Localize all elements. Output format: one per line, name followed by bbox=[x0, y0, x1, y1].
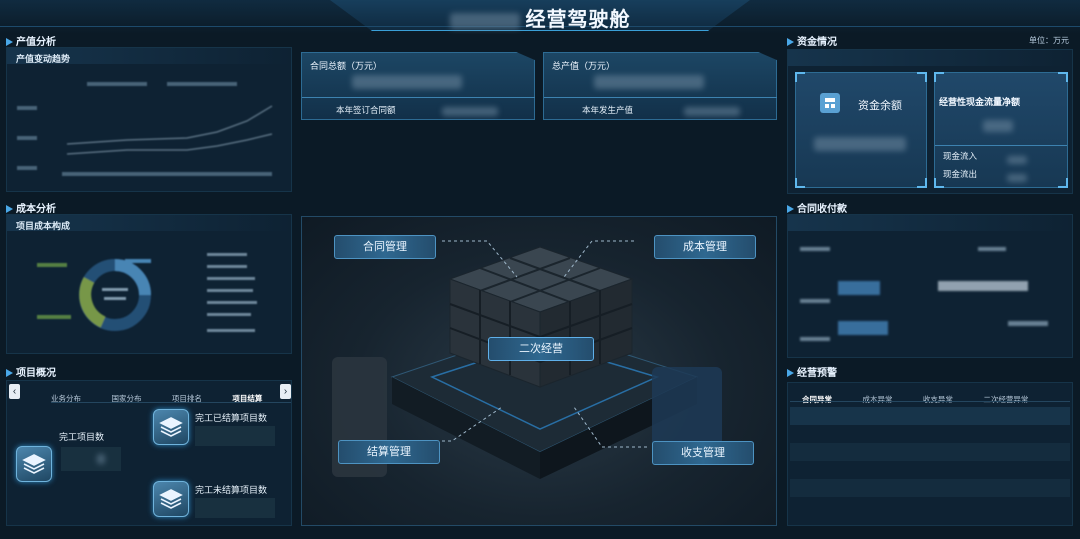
warning-tabs: 合同异常 成本异常 收支异常 二次经营异常 bbox=[802, 389, 1028, 407]
blurred-line-series bbox=[66, 133, 273, 155]
layers-icon bbox=[153, 409, 189, 445]
unsettled-count-redacted bbox=[195, 498, 275, 518]
secondary-operations-button[interactable]: 二次经营 bbox=[488, 337, 594, 361]
settled-label: 完工已结算项目数 bbox=[195, 413, 268, 423]
page-title-text: 经营驾驶舱 bbox=[525, 9, 631, 31]
tab-contract-anomaly[interactable]: 合同异常 bbox=[802, 395, 832, 404]
total-output-value-redacted bbox=[594, 73, 704, 91]
completed-label: 完工项目数 bbox=[59, 432, 105, 442]
output-trend-chart bbox=[17, 82, 273, 176]
tab-underline bbox=[51, 402, 291, 403]
triangle-icon bbox=[6, 205, 13, 214]
card-divider bbox=[302, 97, 535, 98]
contract-year-label: 本年签订合同额 bbox=[336, 105, 396, 115]
triangle-icon bbox=[6, 369, 13, 378]
total-output-card: 总产值（万元） 本年发生产值 bbox=[543, 52, 777, 120]
settled-count-redacted bbox=[195, 426, 275, 446]
section-title-warning: 经营预警 bbox=[787, 364, 837, 379]
funds-header bbox=[788, 50, 1072, 66]
card-divider bbox=[544, 97, 777, 98]
revenue-expense-mgmt-button[interactable]: 收支管理 bbox=[652, 441, 754, 465]
cash-inflow-label: 现金流入 bbox=[943, 151, 978, 161]
blurred-legend bbox=[87, 82, 147, 86]
cost-structure-panel: 项目成本构成 bbox=[6, 214, 292, 354]
unit-label: 单位：万元 bbox=[1029, 36, 1069, 45]
section-title-output: 产值分析 bbox=[6, 33, 56, 48]
operations-center-visual: 合同管理 成本管理 二次经营 结算管理 收支管理 bbox=[301, 216, 777, 526]
project-tabs: 业务分布 国家分布 项目排名 项目结算 bbox=[51, 388, 262, 406]
contract-total-label: 合同总额（万元） bbox=[310, 61, 383, 71]
tab-secondary-anomaly[interactable]: 二次经营异常 bbox=[983, 395, 1028, 404]
contract-total-value-redacted bbox=[352, 73, 462, 91]
net-cashflow-label: 经营性现金流量净额 bbox=[939, 97, 1021, 107]
cost-donut-chart bbox=[37, 253, 257, 332]
warning-table-redacted bbox=[790, 407, 1070, 525]
wallet-icon bbox=[820, 93, 840, 113]
contract-mgmt-button[interactable]: 合同管理 bbox=[334, 235, 436, 259]
cube-illustration bbox=[332, 240, 722, 479]
blurred-axis-labels bbox=[62, 172, 272, 176]
payment-bars-redacted bbox=[800, 247, 1048, 341]
output-year-label: 本年发生产值 bbox=[582, 105, 634, 115]
fund-balance-card: 资金余额 bbox=[795, 72, 927, 188]
contract-total-card: 合同总额（万元） 本年签订合同额 bbox=[301, 52, 535, 120]
cash-outflow-label: 现金流出 bbox=[943, 169, 978, 179]
tab-cost-anomaly[interactable]: 成本异常 bbox=[862, 395, 892, 404]
page-title: 经营驾驶舱 bbox=[0, 3, 1080, 32]
unsettled-label: 完工未结算项目数 bbox=[195, 485, 268, 495]
layers-icon bbox=[153, 481, 189, 517]
redacted-company-name bbox=[449, 12, 520, 29]
section-title-projects: 项目概况 bbox=[6, 364, 56, 379]
funds-panel: 资金余额 经营性现金流量净额 现金流入 现金流出 bbox=[787, 49, 1073, 194]
blurred-line-series bbox=[66, 105, 273, 145]
project-overview-panel: ‹ › 业务分布 国家分布 项目排名 项目结算 完工项目数 完工已结算项目数 完… bbox=[6, 380, 292, 526]
donut-segment bbox=[79, 277, 106, 328]
cashflow-card: 经营性现金流量净额 现金流入 现金流出 bbox=[934, 72, 1068, 188]
output-trend-panel: 产值变动趋势 bbox=[6, 47, 292, 192]
layers-icon bbox=[16, 446, 52, 482]
output-trend-title: 产值变动趋势 bbox=[16, 54, 71, 64]
total-output-label: 总产值（万元） bbox=[552, 61, 616, 71]
triangle-icon bbox=[6, 38, 13, 47]
cost-mgmt-button[interactable]: 成本管理 bbox=[654, 235, 756, 259]
net-cashflow-value-redacted bbox=[983, 117, 1013, 135]
cash-outflow-value-redacted bbox=[1007, 169, 1027, 187]
contract-year-value-redacted bbox=[442, 103, 498, 120]
triangle-icon bbox=[787, 369, 794, 378]
section-title-cost: 成本分析 bbox=[6, 200, 56, 215]
cost-structure-title: 项目成本构成 bbox=[16, 221, 71, 231]
completed-count-redacted bbox=[61, 447, 121, 471]
tab-revenue-anomaly[interactable]: 收支异常 bbox=[923, 395, 953, 404]
blurred-legend bbox=[167, 82, 237, 86]
triangle-icon bbox=[787, 205, 794, 214]
output-year-value-redacted bbox=[684, 103, 740, 120]
cash-inflow-value-redacted bbox=[1007, 151, 1027, 169]
contract-payment-panel bbox=[787, 214, 1073, 358]
fund-balance-label: 资金余额 bbox=[858, 100, 902, 112]
triangle-icon bbox=[787, 38, 794, 47]
contract-payment-header bbox=[788, 215, 1072, 231]
tab-next-button[interactable]: › bbox=[280, 384, 291, 399]
fund-balance-value-redacted bbox=[814, 135, 906, 153]
tab-prev-button[interactable]: ‹ bbox=[9, 384, 20, 399]
warning-panel: 合同异常 成本异常 收支异常 二次经营异常 bbox=[787, 382, 1073, 526]
section-title-contract-payment: 合同收付款 bbox=[787, 200, 847, 215]
settlement-mgmt-button[interactable]: 结算管理 bbox=[338, 440, 440, 464]
section-title-funds: 资金情况 bbox=[787, 33, 837, 48]
